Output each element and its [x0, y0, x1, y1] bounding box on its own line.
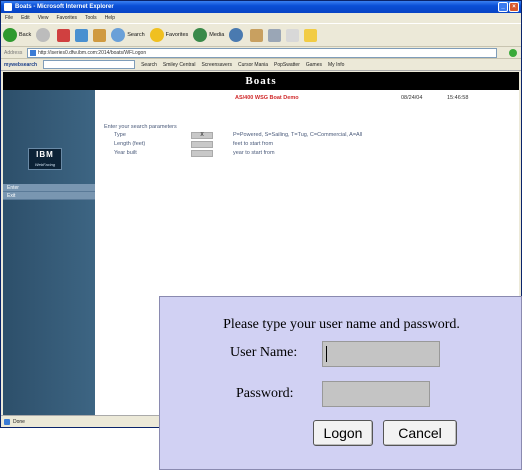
stop-icon	[57, 28, 71, 42]
logon-message: Please type your user name and password.	[223, 317, 460, 332]
page-icon	[30, 50, 36, 56]
history-icon	[229, 28, 244, 42]
address-url: http://iseries0.dfw.ibm.com:2014/boats/W…	[38, 50, 147, 56]
link-screensavers[interactable]: Screensavers	[201, 59, 232, 71]
favorites-button[interactable]: Favorites	[149, 28, 189, 42]
menu-bar: File Edit View Favorites Tools Help	[1, 13, 521, 23]
folder-icon	[304, 28, 318, 42]
side-nav: Enter Exit	[3, 184, 95, 200]
logon-button[interactable]: Logon	[313, 420, 373, 446]
search-label: Search	[127, 32, 145, 38]
refresh-icon	[75, 28, 89, 42]
address-label: Address	[4, 50, 23, 56]
year-input[interactable]	[191, 150, 213, 157]
status-page-icon	[4, 419, 10, 425]
username-input[interactable]	[322, 341, 440, 367]
form-title: Enter your search parameters	[104, 124, 177, 130]
demo-title: AS/400 WSG Boat Demo	[235, 95, 299, 101]
length-hint: feet to start from	[233, 141, 274, 147]
edit-button[interactable]	[286, 28, 300, 42]
print-button[interactable]	[268, 28, 282, 42]
edit-icon	[286, 28, 300, 42]
menu-file[interactable]: File	[5, 13, 13, 23]
logon-dialog: Please type your user name and password.…	[159, 296, 522, 470]
password-label: Password:	[236, 386, 294, 401]
refresh-button[interactable]	[75, 28, 89, 42]
text-caret	[326, 346, 327, 362]
ie-icon	[4, 3, 12, 11]
address-input[interactable]: http://iseries0.dfw.ibm.com:2014/boats/W…	[27, 48, 497, 58]
favorites-label: Favorites	[165, 32, 189, 38]
link-smiley-central[interactable]: Smiley Central	[163, 59, 196, 71]
back-arrow-icon	[3, 28, 17, 42]
cancel-button[interactable]: Cancel	[383, 420, 457, 446]
back-button[interactable]: Back	[3, 28, 31, 42]
close-button[interactable]: ×	[509, 2, 519, 12]
go-icon[interactable]	[509, 49, 517, 57]
demo-time: 15:46:58	[447, 95, 469, 101]
media-icon	[193, 28, 208, 42]
type-label: Type	[114, 132, 126, 138]
forward-arrow-icon	[36, 28, 51, 42]
window-title: Boats - Microsoft Internet Explorer	[15, 4, 114, 10]
web-search-input[interactable]	[43, 60, 136, 69]
username-label: User Name:	[230, 345, 298, 360]
minimize-button[interactable]: _	[498, 2, 508, 12]
print-icon	[268, 28, 282, 42]
toolbar: Back Search Favorites Media	[1, 23, 521, 47]
link-popswatter[interactable]: PopSwatter	[274, 59, 300, 71]
demo-date: 08/24/04	[401, 95, 423, 101]
home-button[interactable]	[93, 28, 107, 42]
ibm-webfacing-logo: IBM WebFacing	[28, 148, 62, 170]
star-icon	[149, 28, 164, 42]
mail-icon	[250, 28, 264, 42]
search-icon	[111, 28, 126, 42]
year-hint: year to start from	[233, 150, 275, 156]
logo-sub-text: WebFacing	[34, 162, 56, 167]
nav-exit[interactable]: Exit	[3, 192, 95, 200]
media-button[interactable]: Media	[193, 28, 224, 42]
media-label: Media	[209, 32, 225, 38]
menu-favorites[interactable]: Favorites	[56, 13, 77, 23]
mail-button[interactable]	[250, 28, 264, 42]
title-bar: Boats - Microsoft Internet Explorer _ ×	[1, 1, 521, 13]
back-label: Back	[19, 32, 32, 38]
page-title: Boats	[3, 72, 519, 90]
stop-button[interactable]	[57, 28, 71, 42]
search-button[interactable]: Search	[111, 28, 145, 42]
sidebar: IBM WebFacing Enter Exit	[3, 90, 95, 415]
menu-edit[interactable]: Edit	[21, 13, 30, 23]
year-label: Year built	[114, 150, 137, 156]
menu-view[interactable]: View	[38, 13, 49, 23]
logo-main-text: IBM	[36, 150, 54, 159]
folder-button[interactable]	[304, 28, 318, 42]
type-input[interactable]: X	[191, 132, 213, 139]
link-games[interactable]: Games	[306, 59, 322, 71]
home-icon	[93, 28, 107, 42]
history-button[interactable]	[229, 28, 245, 42]
menu-tools[interactable]: Tools	[85, 13, 97, 23]
forward-button[interactable]	[36, 28, 52, 42]
type-hint: P=Powered, S=Sailing, T=Tug, C=Commercia…	[233, 132, 363, 138]
length-input[interactable]	[191, 141, 213, 148]
linksbar-search-button[interactable]: Search	[141, 59, 157, 71]
nav-enter[interactable]: Enter	[3, 184, 95, 192]
password-input[interactable]	[322, 381, 430, 407]
links-bar: mywebsearch Search Smiley Central Screen…	[1, 59, 521, 71]
length-label: Length (feet)	[114, 141, 146, 147]
menu-help[interactable]: Help	[105, 13, 115, 23]
mywebsearch-logo[interactable]: mywebsearch	[4, 59, 37, 71]
link-my-info[interactable]: My Info	[328, 59, 344, 71]
address-bar: Address http://iseries0.dfw.ibm.com:2014…	[1, 47, 521, 59]
link-cursor-mania[interactable]: Cursor Mania	[238, 59, 268, 71]
status-text: Done	[13, 419, 25, 425]
